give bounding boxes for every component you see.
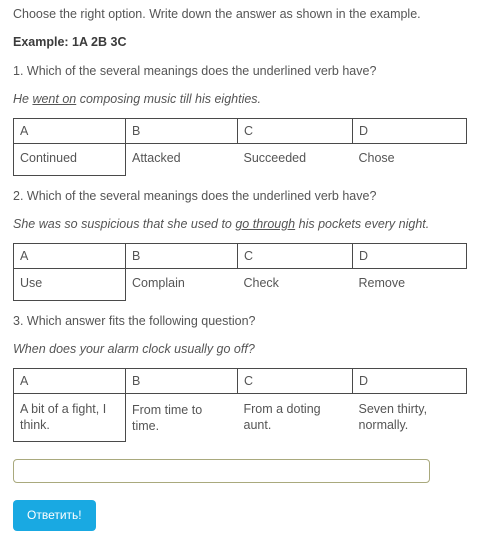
question-title-1: 1. Which of the several meanings does th…	[13, 64, 377, 78]
column-header-d: D	[352, 243, 467, 269]
submit-answer-button[interactable]: Ответить!	[13, 500, 96, 531]
column-header-d: D	[352, 118, 467, 144]
sentence-part-before-3: When does your alarm clock usually go of…	[13, 342, 255, 356]
option-cell-b: From time to time.	[132, 402, 203, 433]
column-header-b: B	[125, 243, 238, 269]
option-cell-c: From a doting aunt.	[243, 402, 321, 432]
option-cell-d: Chose	[358, 151, 395, 165]
column-header-c: C	[237, 118, 353, 144]
option-cell-b: Attacked	[132, 151, 181, 165]
sentence-underlined-2: go through	[235, 217, 296, 231]
table-row: A bit of a fight, I think. From time to …	[13, 393, 467, 442]
table-row: Use Complain Check Remove	[13, 268, 467, 301]
option-cell-a: A bit of a fight, I think.	[13, 393, 126, 442]
answer-input[interactable]	[13, 459, 430, 483]
option-cell-a: Use	[13, 268, 126, 301]
question-title-3: 3. Which answer fits the following quest…	[13, 314, 256, 328]
column-header-b: B	[125, 118, 238, 144]
table-header-row: A B C D	[13, 243, 467, 269]
column-header-a: A	[13, 243, 126, 269]
question-block-2: 2. Which of the several meanings does th…	[0, 176, 500, 301]
column-header-c: C	[237, 243, 353, 269]
option-cell-c: Check	[243, 276, 279, 290]
sentence-part-before-1: He	[13, 92, 33, 106]
sentence-part-after-2: his pockets every night.	[295, 217, 430, 231]
sentence-part-after-1: composing music till his eighties.	[76, 92, 262, 106]
option-cell-c: Succeeded	[243, 151, 307, 165]
options-table-3: A B C D A bit of a fight, I think. From …	[13, 368, 467, 442]
table-row: Continued Attacked Succeeded Chose	[13, 143, 467, 176]
question-block-1: 1. Which of the several meanings does th…	[0, 51, 500, 176]
sentence-part-before-2: She was so suspicious that she used to	[13, 217, 236, 231]
option-cell-d: Remove	[358, 276, 406, 290]
column-header-c: C	[237, 368, 353, 394]
options-table-1: A B C D Continued Attacked Succeeded Cho…	[13, 118, 467, 176]
question-title-2: 2. Which of the several meanings does th…	[13, 189, 377, 203]
table-header-row: A B C D	[13, 368, 467, 394]
answer-row	[0, 442, 500, 483]
options-table-2: A B C D Use Complain Check Remove	[13, 243, 467, 301]
option-cell-b: Complain	[132, 276, 185, 290]
question-sentence-3: When does your alarm clock usually go of…	[13, 330, 487, 358]
column-header-d: D	[352, 368, 467, 394]
column-header-a: A	[13, 118, 126, 144]
column-header-b: B	[125, 368, 238, 394]
question-block-3: 3. Which answer fits the following quest…	[0, 301, 500, 442]
exercise-page: Choose the right option. Write down the …	[0, 0, 500, 544]
submit-row: Ответить!	[0, 483, 500, 531]
instruction-text: Choose the right option. Write down the …	[13, 7, 421, 21]
table-header-row: A B C D	[13, 118, 467, 144]
column-header-a: A	[13, 368, 126, 394]
option-cell-a: Continued	[13, 143, 126, 176]
question-sentence-2: She was so suspicious that she used to g…	[13, 205, 487, 233]
option-cell-d: Seven thirty, normally.	[358, 402, 428, 432]
question-sentence-1: He went on composing music till his eigh…	[13, 80, 487, 108]
sentence-underlined-1: went on	[32, 92, 77, 106]
example-text: Example: 1A 2B 3C	[13, 35, 127, 49]
